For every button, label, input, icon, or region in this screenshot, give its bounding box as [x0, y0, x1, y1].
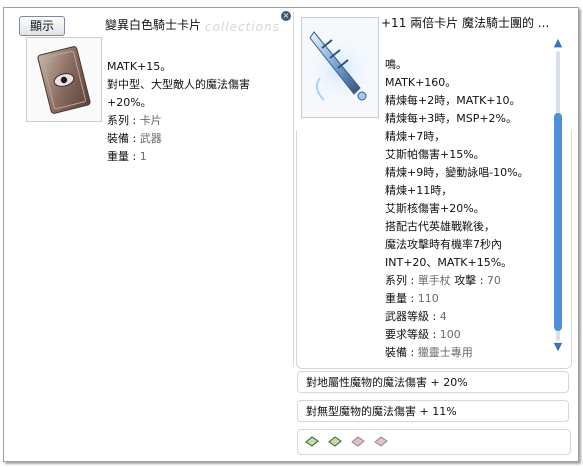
show-button[interactable]: 顯示: [19, 16, 65, 36]
random-option-1: 對地屬性魔物的魔法傷害 + 20%: [297, 371, 569, 393]
description-scrollbar[interactable]: ▲ ▼: [551, 37, 565, 355]
card-slots: [297, 429, 571, 455]
staff-icon: [304, 31, 376, 108]
card-icon: [37, 46, 91, 114]
card-slot-icon[interactable]: [373, 436, 389, 447]
description-box-border: [296, 130, 572, 369]
scroll-up-icon[interactable]: ▲: [551, 37, 565, 49]
left-item-title: 變異白色騎士卡片: [105, 18, 202, 32]
desc-line: 精煉每+2時，MATK+10。: [385, 94, 521, 107]
desc-line: MATK+15。: [107, 60, 172, 73]
desc-line: 鳴。: [385, 58, 407, 71]
stat-line: 重量 : 1: [107, 150, 147, 163]
card-image: [26, 37, 102, 122]
stat-line: 裝備 : 武器: [107, 132, 162, 145]
scroll-thumb[interactable]: [554, 113, 562, 331]
card-slot-icon[interactable]: [327, 436, 343, 447]
left-description: MATK+15。對中型、大型敵人的魔法傷害 +20%。系列 : 卡片 裝備 : 武器…: [107, 40, 250, 184]
card-slot-icon[interactable]: [350, 436, 366, 447]
desc-line: 對中型、大型敵人的魔法傷害: [107, 78, 250, 91]
scroll-down-icon[interactable]: ▼: [551, 341, 565, 353]
stat-line: 系列 : 卡片: [107, 114, 162, 127]
watermark-text: collections: [205, 20, 280, 34]
close-icon[interactable]: ×: [281, 11, 291, 21]
card-slot-icon[interactable]: [304, 436, 320, 447]
random-option-2: 對無型魔物的魔法傷害 + 11%: [297, 400, 569, 422]
desc-line: MATK+160。: [385, 76, 457, 89]
weapon-image: [301, 17, 379, 118]
desc-line: 精煉每+3時，MSP+2%。: [385, 112, 517, 125]
desc-line: +20%。: [107, 96, 152, 109]
right-item-title: +11 兩倍卡片 魔法騎士團的 ...: [381, 16, 550, 30]
